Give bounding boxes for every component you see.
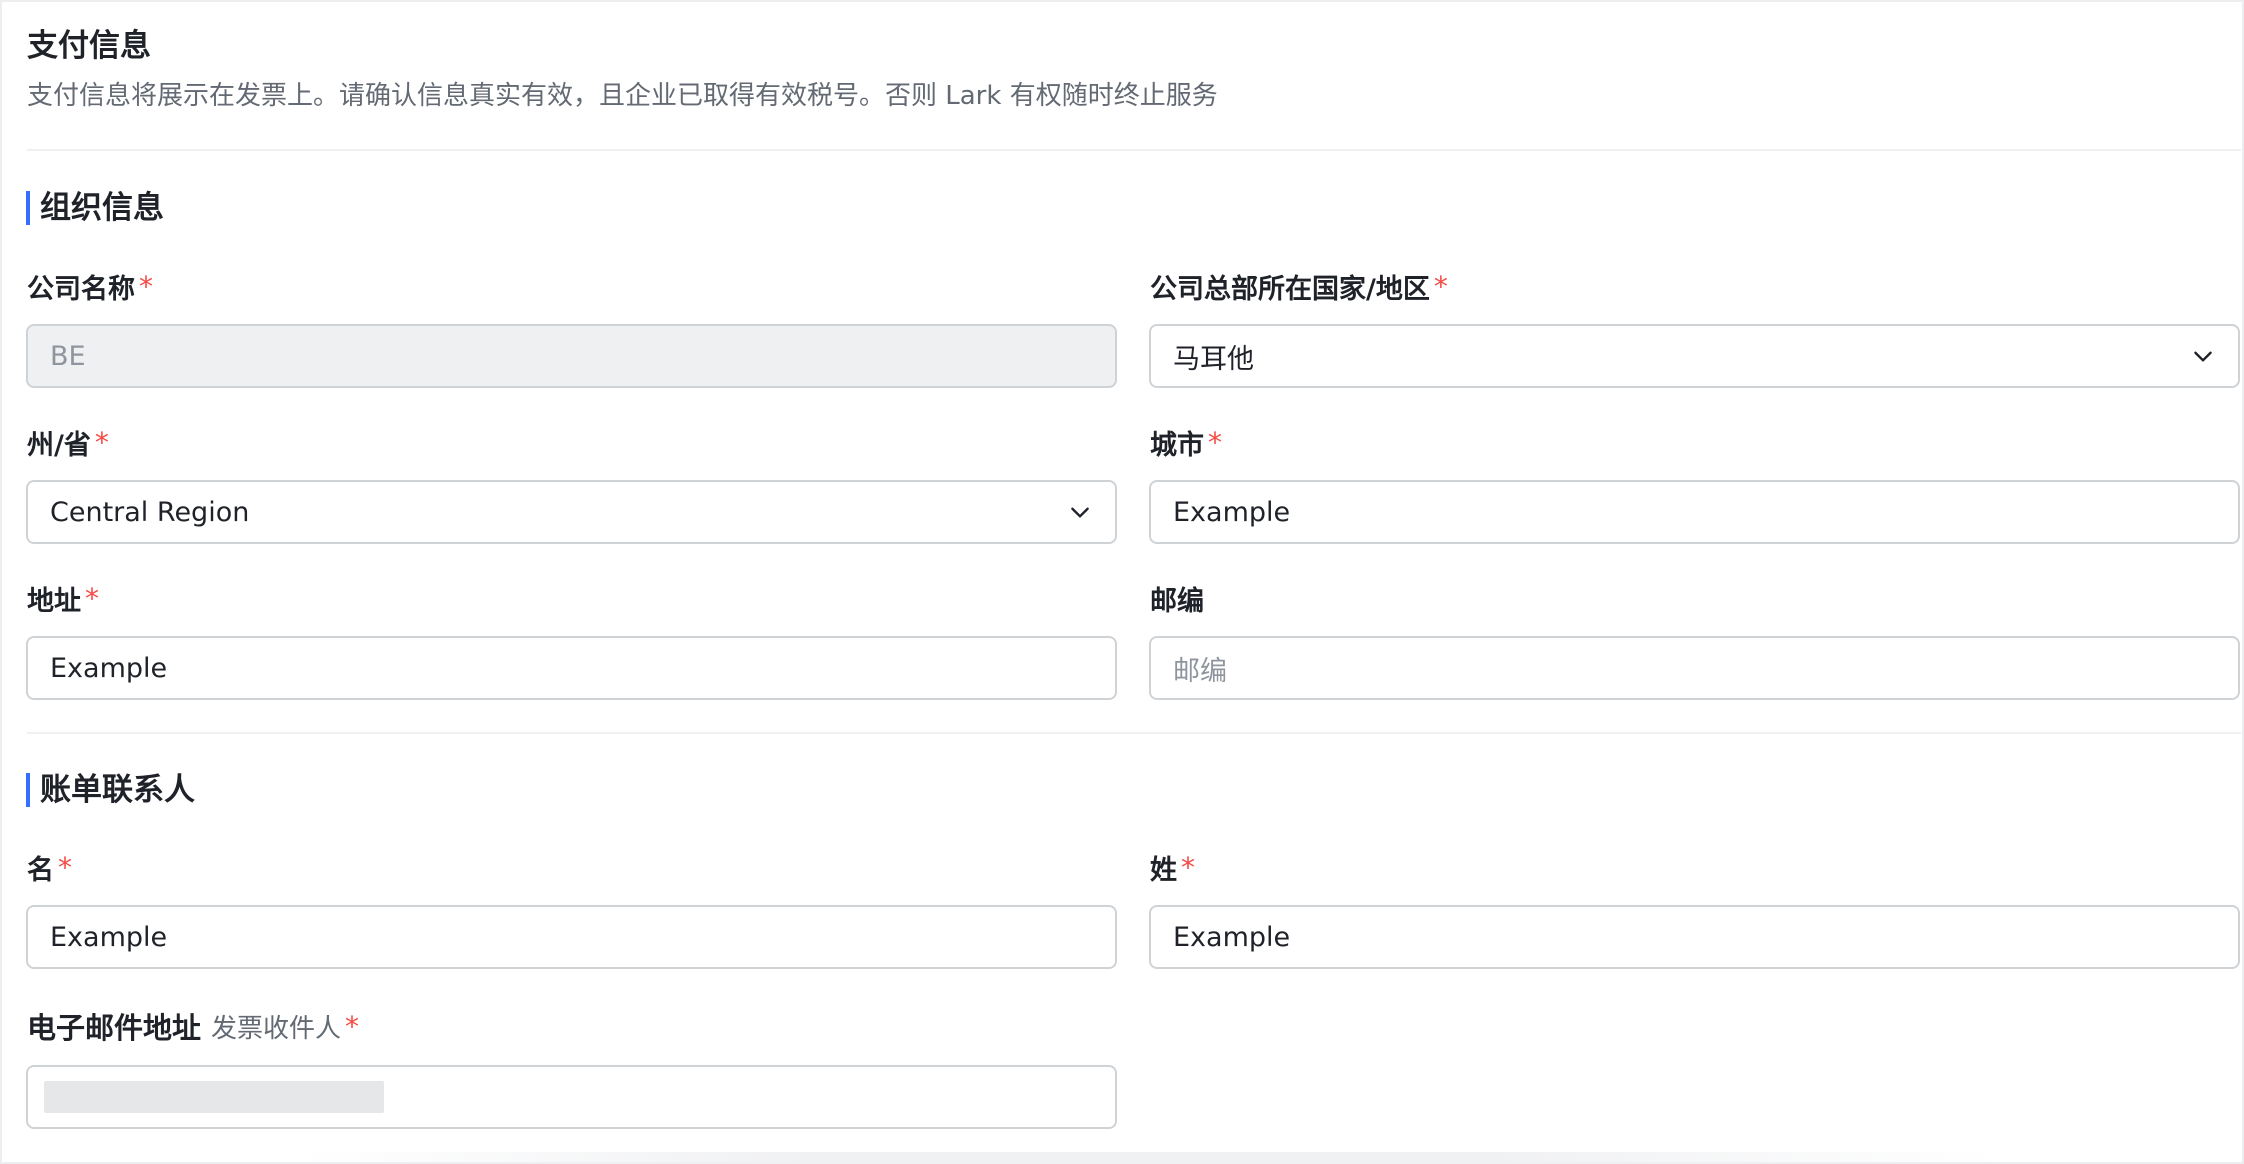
header-divider bbox=[27, 149, 2241, 151]
required-mark: * bbox=[1208, 425, 1222, 459]
hq-country-label: 公司总部所在国家/地区 * bbox=[1150, 266, 1448, 306]
chevron-down-icon bbox=[1071, 507, 1089, 518]
company-name-field: BE bbox=[26, 324, 1117, 388]
first-name-label-text: 名 bbox=[27, 854, 54, 886]
chevron-down-icon bbox=[2194, 351, 2212, 362]
email-label-text: 电子邮件地址 bbox=[27, 1011, 202, 1045]
company-name-value: BE bbox=[50, 340, 86, 372]
address-value: Example bbox=[50, 652, 168, 684]
email-hint: 发票收件人 bbox=[211, 1013, 342, 1044]
first-name-label: 名 * bbox=[27, 847, 72, 887]
required-mark: * bbox=[58, 850, 72, 884]
redacted-email-value bbox=[44, 1081, 384, 1113]
page-title: 支付信息 bbox=[27, 28, 151, 64]
state-label-text: 州/省 bbox=[27, 429, 91, 461]
section-divider bbox=[27, 732, 2241, 734]
address-input[interactable]: Example bbox=[26, 636, 1117, 700]
postcode-placeholder: 邮编 bbox=[1173, 655, 1227, 687]
last-name-label-text: 姓 bbox=[1150, 854, 1177, 886]
company-name-label: 公司名称 * bbox=[27, 266, 153, 306]
last-name-value: Example bbox=[1173, 921, 1291, 953]
hq-country-label-text: 公司总部所在国家/地区 bbox=[1150, 273, 1430, 305]
postcode-input[interactable]: 邮编 bbox=[1149, 636, 2240, 700]
address-label-text: 地址 bbox=[27, 585, 81, 617]
email-input[interactable] bbox=[26, 1065, 1117, 1129]
org-section-title: 组织信息 bbox=[40, 190, 164, 226]
email-label: 电子邮件地址 发票收件人 * bbox=[27, 1006, 359, 1046]
city-input[interactable]: Example bbox=[1149, 480, 2240, 544]
billing-section-header: 账单联系人 bbox=[26, 770, 195, 810]
org-section-header: 组织信息 bbox=[26, 188, 164, 228]
required-mark: * bbox=[85, 581, 99, 615]
hq-country-value: 马耳他 bbox=[1173, 343, 1254, 375]
city-value: Example bbox=[1173, 496, 1291, 528]
postcode-label: 邮编 bbox=[1150, 578, 1204, 618]
first-name-value: Example bbox=[50, 921, 168, 953]
state-value: Central Region bbox=[50, 496, 250, 528]
address-label: 地址 * bbox=[27, 578, 99, 618]
state-label: 州/省 * bbox=[27, 422, 109, 462]
city-label-text: 城市 bbox=[1150, 429, 1204, 461]
section-accent-bar bbox=[26, 773, 30, 807]
first-name-input[interactable]: Example bbox=[26, 905, 1117, 969]
hq-country-select[interactable]: 马耳他 bbox=[1149, 324, 2240, 388]
required-mark: * bbox=[139, 269, 153, 303]
city-label: 城市 * bbox=[1150, 422, 1222, 462]
required-mark: * bbox=[345, 1009, 360, 1043]
billing-section-title: 账单联系人 bbox=[40, 772, 195, 808]
required-mark: * bbox=[94, 425, 109, 459]
required-mark: * bbox=[1433, 269, 1448, 303]
postcode-label-text: 邮编 bbox=[1150, 585, 1204, 617]
company-name-label-text: 公司名称 bbox=[27, 273, 135, 305]
state-select[interactable]: Central Region bbox=[26, 480, 1117, 544]
last-name-input[interactable]: Example bbox=[1149, 905, 2240, 969]
section-accent-bar bbox=[26, 191, 30, 225]
last-name-label: 姓 * bbox=[1150, 847, 1195, 887]
payment-info-panel: 支付信息 支付信息将展示在发票上。请确认信息真实有效，且企业已取得有效税号。否则… bbox=[0, 0, 2244, 1164]
page-description: 支付信息将展示在发票上。请确认信息真实有效，且企业已取得有效税号。否则 Lark… bbox=[27, 81, 1218, 111]
scroll-shadow bbox=[302, 1152, 2002, 1164]
required-mark: * bbox=[1181, 850, 1195, 884]
